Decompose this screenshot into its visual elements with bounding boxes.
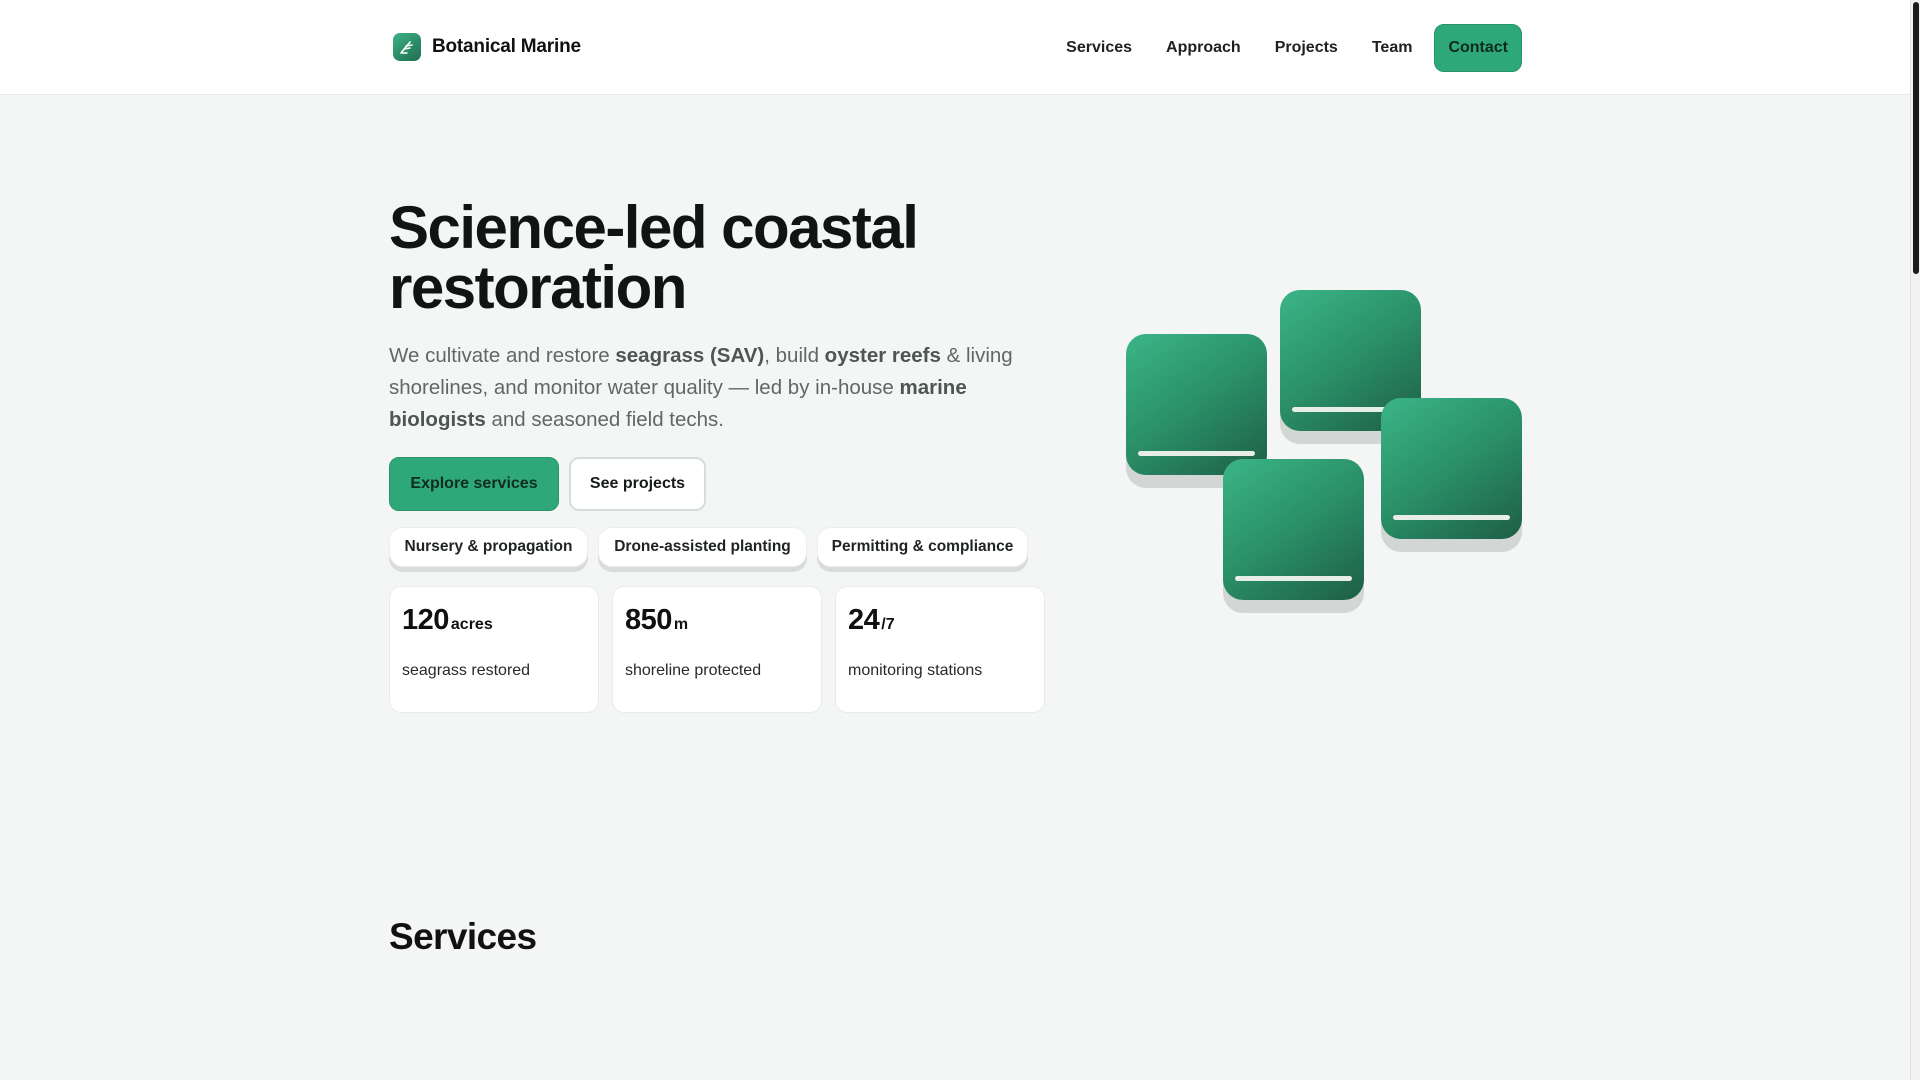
leaf-icon (393, 33, 421, 61)
page-scrollbar[interactable] (1910, 0, 1920, 1080)
stat-card-monitoring: 24/7 monitoring stations (835, 586, 1045, 713)
site-header: Botanical Marine Services Approach Proje… (0, 0, 1910, 95)
tile-bar (1235, 576, 1352, 581)
stat-label: shoreline protected (625, 662, 762, 679)
lead-text-1: We cultivate and restore (389, 344, 616, 367)
stat-value: 850 m (625, 604, 688, 637)
hero-tile-4 (1381, 398, 1522, 539)
hero-tile-3 (1223, 459, 1364, 600)
chip-drone-planting: Drone-assisted planting (598, 527, 807, 567)
nav-link-team[interactable]: Team (1372, 39, 1413, 57)
stat-value: 24/7 (848, 604, 895, 637)
see-projects-button[interactable]: See projects (569, 457, 706, 511)
brand[interactable]: Botanical Marine (393, 33, 581, 61)
contact-button[interactable]: Contact (1434, 24, 1522, 72)
stat-unit: m (673, 616, 689, 633)
lead-text-2: , build (764, 344, 825, 367)
chip-nursery: Nursery & propagation (389, 527, 588, 567)
stat-unit: /7 (881, 616, 895, 633)
nav-link-approach[interactable]: Approach (1166, 39, 1241, 57)
hero-title: Science-led coastal restoration (389, 194, 919, 321)
services-heading: Services (389, 916, 537, 957)
lead-highlight-oyster: oyster reefs (824, 344, 941, 367)
stat-number: 24 (848, 604, 880, 636)
stat-label: monitoring stations (848, 662, 983, 679)
chip-permitting: Permitting & compliance (817, 527, 1028, 567)
hero-lead: We cultivate and restore seagrass (SAV),… (389, 340, 1049, 436)
hero-tile-1 (1126, 334, 1267, 475)
nav-link-projects[interactable]: Projects (1275, 39, 1338, 57)
stat-card-shoreline: 850 m shoreline protected (612, 586, 822, 713)
stat-card-seagrass: 120 acres seagrass restored (389, 586, 599, 713)
stat-unit: acres (450, 616, 493, 633)
lead-text-4: and seasoned field techs. (485, 408, 725, 431)
tile-bar (1138, 451, 1255, 456)
stat-value: 120 acres (402, 604, 493, 637)
explore-services-button[interactable]: Explore services (389, 457, 559, 511)
stat-number: 120 (402, 604, 449, 636)
scrollbar-thumb[interactable] (1913, 2, 1919, 274)
stat-label: seagrass restored (402, 662, 531, 679)
brand-name: Botanical Marine (432, 36, 581, 57)
tile-bar (1393, 515, 1510, 520)
stat-number: 850 (625, 604, 672, 636)
lead-highlight-seagrass: seagrass (SAV) (615, 344, 765, 367)
nav-link-services[interactable]: Services (1066, 39, 1132, 57)
main-nav: Services Approach Projects Team Contact (1066, 24, 1522, 72)
